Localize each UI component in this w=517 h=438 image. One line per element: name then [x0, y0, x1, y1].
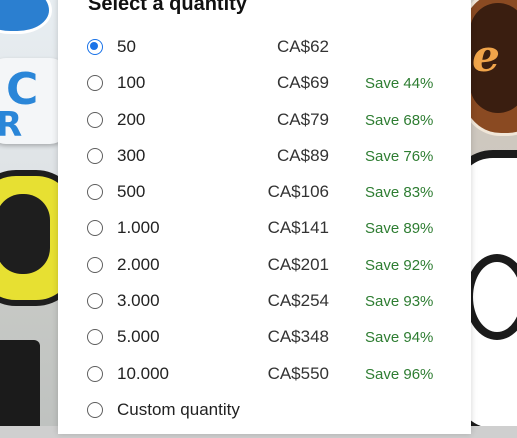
quantity-radio[interactable]: [87, 220, 103, 237]
savings-label: Save 44%: [365, 75, 434, 93]
quantity-selector-panel: Select a quantity 50 CA$62 100 CA$69 Sav…: [58, 0, 471, 434]
savings-label: Save 92%: [365, 256, 434, 274]
quantity-radio[interactable]: [87, 111, 103, 128]
quantity-label: 100: [117, 73, 146, 93]
quantity-option[interactable]: 500 CA$106 Save 83%: [58, 182, 471, 220]
quantity-radio[interactable]: [87, 75, 103, 92]
quantity-label: 50: [117, 37, 136, 56]
custom-quantity-label: Custom quantity: [117, 399, 240, 419]
background-sticker-collage-right: e: [469, 0, 517, 426]
quantity-option[interactable]: 2.000 CA$201 Save 92%: [58, 254, 471, 293]
quantity-option[interactable]: 50 CA$62: [58, 37, 471, 75]
quantity-options-list: 50 CA$62 100 CA$69 Save 44% 200 CA$79 Sa…: [58, 37, 471, 438]
price-label: CA$69: [277, 73, 329, 93]
price-label: CA$254: [267, 291, 329, 311]
savings-label: Save 76%: [365, 147, 434, 165]
quantity-option[interactable]: 10.000 CA$550 Save 96%: [58, 363, 471, 402]
price-label: CA$62: [277, 37, 329, 56]
blue-sticker-image: [0, 0, 52, 34]
price-label: CA$89: [277, 145, 329, 165]
quantity-label: 2.000: [117, 254, 160, 274]
price-label: CA$550: [267, 363, 329, 383]
quantity-radio[interactable]: [87, 39, 103, 55]
quantity-label: 5.000: [117, 327, 160, 347]
quantity-label: 3.000: [117, 291, 160, 311]
custom-quantity-radio[interactable]: [87, 401, 103, 418]
quantity-radio[interactable]: [87, 365, 103, 382]
character-sticker-image: [469, 150, 517, 426]
quantity-label: 10.000: [117, 363, 169, 383]
savings-label: Save 89%: [365, 220, 434, 238]
price-label: CA$79: [277, 109, 329, 129]
quantity-label: 500: [117, 182, 146, 202]
price-label: CA$348: [267, 327, 329, 347]
quantity-option[interactable]: 300 CA$89 Save 76%: [58, 145, 471, 184]
quantity-label: 200: [117, 109, 146, 129]
price-label: CA$106: [267, 182, 329, 202]
quantity-option[interactable]: 200 CA$79 Save 68%: [58, 109, 471, 148]
quantity-radio[interactable]: [87, 329, 103, 346]
quantity-option[interactable]: 1.000 CA$141 Save 89%: [58, 218, 471, 256]
savings-label: Save 93%: [365, 293, 434, 311]
quantity-option[interactable]: 3.000 CA$254 Save 93%: [58, 291, 471, 329]
savings-label: Save 83%: [365, 184, 434, 202]
quantity-radio[interactable]: [87, 184, 103, 201]
savings-label: Save 94%: [365, 329, 434, 347]
quantity-radio[interactable]: [87, 293, 103, 310]
yellow-hop-sticker-image: [0, 170, 60, 306]
quantity-radio[interactable]: [87, 256, 103, 273]
brown-logo-sticker-image: e: [469, 0, 517, 136]
dark-sticker-image: [0, 340, 40, 426]
background-sticker-collage-left: C R: [0, 0, 60, 426]
text-sticker-image: C R: [0, 58, 60, 144]
quantity-label: 1.000: [117, 218, 160, 238]
savings-label: Save 96%: [365, 365, 434, 383]
panel-title: Select a quantity: [88, 0, 247, 15]
quantity-option[interactable]: 5.000 CA$348 Save 94%: [58, 327, 471, 365]
savings-label: Save 68%: [365, 111, 434, 129]
price-label: CA$141: [267, 218, 329, 238]
custom-quantity-option[interactable]: Custom quantity: [58, 399, 471, 438]
quantity-radio[interactable]: [87, 147, 103, 164]
quantity-label: 300: [117, 145, 146, 165]
price-label: CA$201: [267, 254, 329, 274]
quantity-option[interactable]: 100 CA$69 Save 44%: [58, 73, 471, 111]
